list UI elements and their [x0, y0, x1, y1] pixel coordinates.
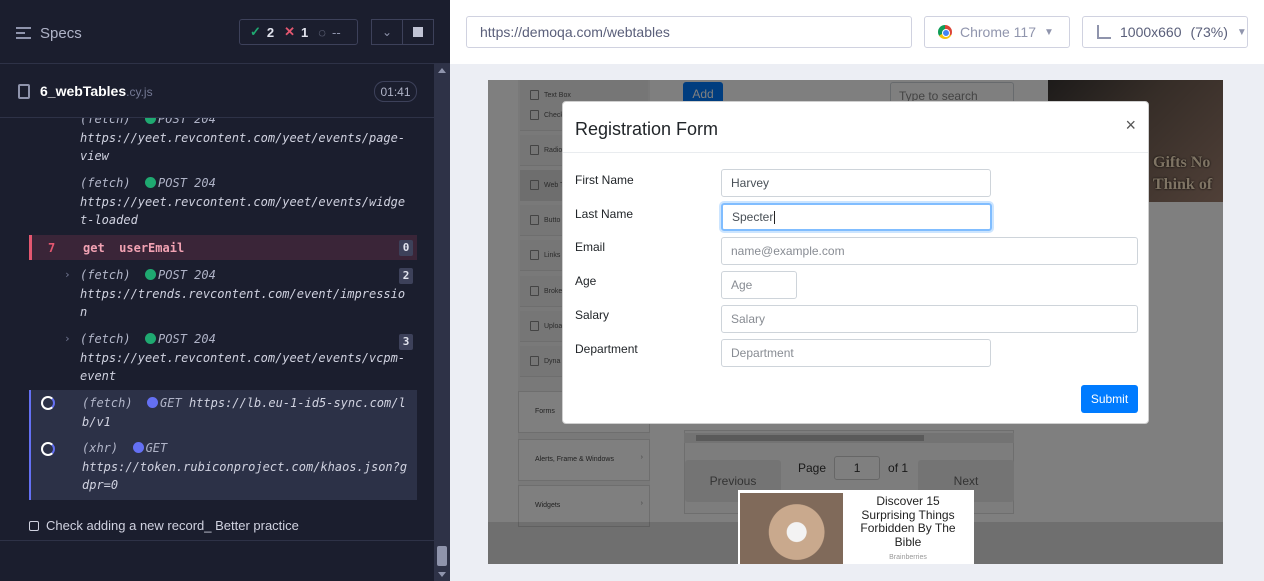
test-title[interactable]: Check adding a new record_ Better practi… — [29, 518, 299, 533]
advertisement-photo — [740, 493, 843, 564]
browser-label: Chrome 117 — [960, 24, 1037, 40]
test-status-icon — [29, 520, 39, 531]
url-bar[interactable]: https://demoqa.com/webtables — [466, 16, 912, 48]
spec-file: 6_webTables.cy.js — [18, 83, 153, 99]
cypress-reporter: Specs ✓ 2 ✕ 1 ◌ -- ⌄ 6_webTables.cy.js 01:4… — [0, 0, 450, 581]
email-label: Email — [575, 240, 606, 254]
pending-stat: ◌ -- — [318, 24, 341, 40]
text-caret — [774, 210, 776, 224]
check-icon: ✓ — [250, 24, 261, 39]
command-row[interactable]: › (fetch) POST 204 https://trends.revcont… — [29, 266, 417, 326]
passed-stat: ✓ 2 — [250, 24, 275, 40]
ruler-icon — [1097, 25, 1111, 39]
salary-label: Salary — [575, 308, 610, 322]
advertisement-brand: Brainberries — [889, 554, 927, 561]
viewport-selector[interactable]: 1000x660 (73%) ▼ — [1082, 16, 1248, 48]
test-stats: ✓ 2 ✕ 1 ◌ -- — [239, 19, 358, 45]
chrome-icon — [938, 25, 952, 39]
viewport-zoom: (73%) — [1190, 24, 1228, 40]
file-icon — [18, 83, 30, 99]
close-icon[interactable]: × — [1125, 115, 1136, 136]
command-log: (fetch) POST 204 https://yeet.revcontent.… — [29, 118, 417, 500]
command-row-pending[interactable]: (fetch) GET https://lb.eu-1-id5-sync.com… — [29, 390, 417, 436]
runner-toolbar: https://demoqa.com/webtables Chrome 117 … — [450, 0, 1264, 64]
last-name-input[interactable]: Specter — [721, 203, 992, 231]
specs-list-icon — [16, 27, 31, 39]
last-name-label: Last Name — [575, 207, 634, 221]
advertisement-headline: Discover 15 Surprising Things Forbidden … — [860, 494, 956, 549]
command-count-badge: 3 — [399, 334, 413, 350]
spec-name: 6_webTables — [40, 83, 127, 99]
stop-button[interactable] — [402, 19, 434, 45]
advertisement-card[interactable]: Discover 15 Surprising Things Forbidden … — [738, 490, 974, 564]
specs-button[interactable]: Specs — [16, 22, 82, 44]
age-input[interactable]: Age — [721, 271, 797, 299]
registration-modal: Registration Form × First Name Harvey La… — [562, 101, 1149, 424]
chevron-right-icon: › — [64, 268, 71, 281]
chevron-down-icon: ⌄ — [381, 25, 393, 39]
command-number: 7 — [48, 241, 56, 255]
chevron-right-icon: › — [64, 332, 71, 345]
failed-stat: ✕ 1 — [284, 24, 309, 40]
spec-header[interactable]: 6_webTables.cy.js 01:41 — [0, 64, 434, 118]
command-row[interactable]: › (fetch) POST 204 https://yeet.revconten… — [29, 330, 417, 386]
scroll-thumb[interactable] — [437, 546, 447, 566]
app-runner: https://demoqa.com/webtables Chrome 117 … — [450, 0, 1264, 581]
status-dot-icon — [145, 118, 157, 124]
first-name-input[interactable]: Harvey — [721, 169, 991, 197]
loading-spinner-icon — [41, 396, 55, 410]
command-row-get[interactable]: 7 get userEmail 0 — [29, 235, 417, 260]
first-name-label: First Name — [575, 173, 634, 187]
submit-button[interactable]: Submit — [1081, 385, 1138, 413]
command-row[interactable]: (fetch) POST 204 https://yeet.revcontent.… — [29, 174, 417, 230]
viewport-size: 1000x660 — [1120, 24, 1182, 40]
scroll-down-icon[interactable] — [438, 572, 446, 577]
divider — [0, 540, 434, 541]
aut-iframe: Text Box Check Radio Web T Butto Links B… — [488, 80, 1223, 564]
browser-selector[interactable]: Chrome 117 ▼ — [924, 16, 1070, 48]
spinner-icon: ◌ — [318, 24, 327, 40]
command-count-badge: 0 — [399, 240, 413, 256]
modal-header: Registration Form × — [563, 102, 1148, 153]
salary-input[interactable]: Salary — [721, 305, 1138, 333]
status-dot-icon — [147, 397, 159, 408]
toggle-auto-scroll-button[interactable]: ⌄ — [371, 19, 403, 45]
reporter-scrollbar[interactable] — [434, 64, 450, 581]
age-label: Age — [575, 274, 597, 288]
status-dot-icon — [145, 333, 157, 344]
department-input[interactable]: Department — [721, 339, 991, 367]
email-input[interactable]: name@example.com — [721, 237, 1138, 265]
specs-label: Specs — [40, 24, 82, 42]
command-row-pending[interactable]: (xhr) GET https://token.rubiconproject.co… — [29, 436, 417, 500]
reporter-header: Specs ✓ 2 ✕ 1 ◌ -- ⌄ — [0, 0, 450, 64]
chevron-down-icon: ▼ — [1044, 26, 1054, 38]
status-dot-icon — [145, 177, 157, 188]
chevron-down-icon: ▼ — [1236, 26, 1247, 38]
stop-icon — [413, 27, 423, 37]
department-label: Department — [575, 342, 638, 356]
status-dot-icon — [145, 269, 157, 280]
spec-duration: 01:41 — [374, 81, 417, 102]
modal-title: Registration Form — [575, 119, 719, 139]
x-icon: ✕ — [284, 24, 296, 39]
command-count-badge: 2 — [399, 268, 413, 284]
status-dot-icon — [132, 442, 144, 453]
loading-spinner-icon — [41, 442, 55, 456]
spec-ext: .cy.js — [126, 85, 153, 99]
command-row[interactable]: (fetch) POST 204 https://yeet.revcontent.… — [29, 118, 417, 163]
scroll-up-icon[interactable] — [438, 68, 446, 73]
